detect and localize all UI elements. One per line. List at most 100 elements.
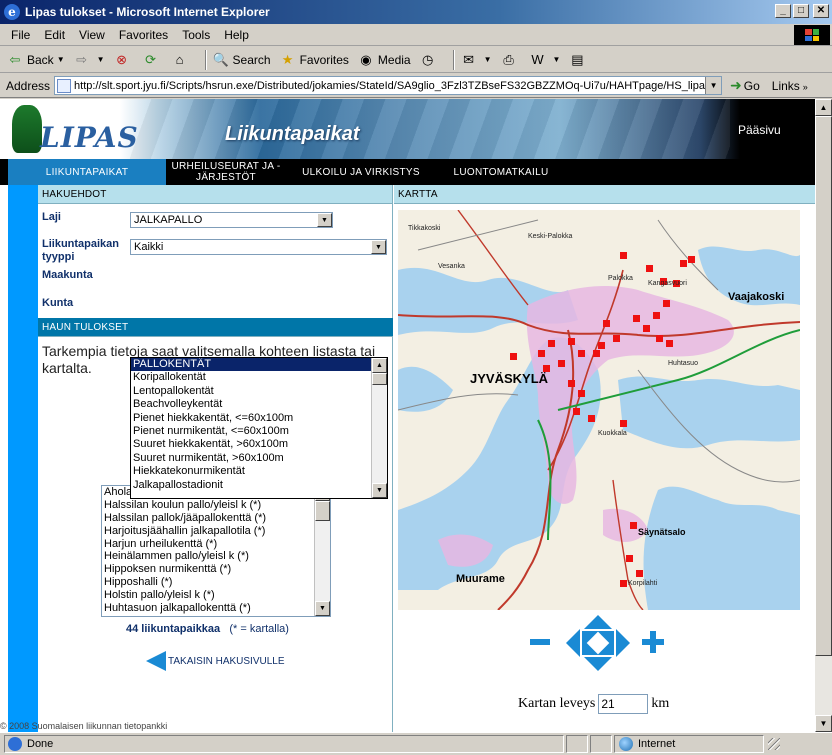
menu-help[interactable]: Help bbox=[217, 28, 256, 42]
lipas-logo[interactable]: LIPAS bbox=[8, 103, 138, 155]
stop-button[interactable]: ⊗ bbox=[113, 51, 134, 69]
type-select[interactable]: Kaikki ▼ bbox=[130, 239, 387, 255]
chevron-down-icon[interactable]: ▼ bbox=[317, 213, 332, 227]
menu-view[interactable]: View bbox=[72, 28, 112, 42]
back-to-search-link[interactable]: TAKAISIN HAKUSIVULLE bbox=[146, 651, 285, 671]
chevron-down-icon[interactable]: ▼ bbox=[553, 55, 561, 64]
dropdown-option[interactable]: Pienet nurmikentät, <=60x100m bbox=[131, 425, 387, 438]
map-marker[interactable] bbox=[573, 408, 580, 415]
dropdown-scrollbar[interactable]: ▲ ▼ bbox=[371, 358, 387, 498]
zoom-out-button[interactable] bbox=[530, 639, 550, 645]
menu-favorites[interactable]: Favorites bbox=[112, 28, 175, 42]
menu-edit[interactable]: Edit bbox=[37, 28, 72, 42]
map-image[interactable]: Keski-Palokka Vesanka Palokka Huhtasuo K… bbox=[398, 210, 800, 610]
map-marker[interactable] bbox=[568, 380, 575, 387]
dropdown-option[interactable]: Jalkapallostadionit bbox=[131, 479, 387, 492]
map-marker[interactable] bbox=[688, 256, 695, 263]
list-item[interactable]: Huhtasuon jalkapallokenttä (*) bbox=[102, 602, 330, 615]
list-item[interactable]: Harjun urheilukenttä (*) bbox=[102, 538, 330, 551]
map-marker[interactable] bbox=[653, 312, 660, 319]
map-marker[interactable] bbox=[646, 265, 653, 272]
list-item[interactable]: Halssilan koulun pallo/yleisl k (*) bbox=[102, 499, 330, 512]
results-listbox[interactable]: Aholan Halssilan koulun pallo/yleisl k (… bbox=[101, 485, 331, 617]
map-marker[interactable] bbox=[558, 360, 565, 367]
dropdown-option[interactable]: Hiekkatekonurmikentät bbox=[131, 465, 387, 478]
home-link[interactable]: Pääsivu bbox=[738, 123, 781, 137]
nav-tab-liikuntapaikat[interactable]: LIIKUNTAPAIKAT bbox=[8, 159, 166, 185]
map-marker[interactable] bbox=[588, 415, 595, 422]
zoom-in-button[interactable] bbox=[642, 631, 664, 653]
map-marker[interactable] bbox=[630, 522, 637, 529]
chevron-up-icon[interactable]: ▲ bbox=[815, 99, 832, 116]
close-button[interactable]: ✕ bbox=[813, 4, 829, 18]
favorites-button[interactable]: ★ Favorites bbox=[279, 51, 349, 69]
pan-control[interactable] bbox=[566, 615, 630, 671]
home-button[interactable]: ⌂ bbox=[171, 51, 192, 69]
list-item[interactable]: Halssilan pallok/jääpallokenttä (*) bbox=[102, 512, 330, 525]
map-width-input[interactable]: 21 bbox=[598, 694, 649, 714]
laji-select[interactable]: JALKAPALLO ▼ bbox=[130, 212, 333, 228]
nav-tab-luontomatkailu[interactable]: LUONTOMATKAILU bbox=[436, 159, 566, 185]
media-button[interactable]: ◉ Media bbox=[357, 51, 410, 69]
map-marker[interactable] bbox=[578, 350, 585, 357]
edit-button[interactable]: W ▼ bbox=[529, 51, 561, 69]
page-scrollbar[interactable]: ▲ ▼ bbox=[815, 99, 832, 732]
chevron-down-icon[interactable]: ▼ bbox=[97, 55, 105, 64]
dropdown-option[interactable]: Pienet hiekkakentät, <=60x100m bbox=[131, 412, 387, 425]
map-marker[interactable] bbox=[666, 340, 673, 347]
map-marker[interactable] bbox=[643, 325, 650, 332]
dropdown-option[interactable]: Koripallokentät bbox=[131, 371, 387, 384]
map-marker[interactable] bbox=[598, 342, 605, 349]
map-marker[interactable] bbox=[626, 555, 633, 562]
map-marker[interactable] bbox=[603, 320, 610, 327]
chevron-down-icon[interactable]: ▼ bbox=[815, 715, 832, 732]
map-marker[interactable] bbox=[510, 353, 517, 360]
map-marker[interactable] bbox=[620, 252, 627, 259]
links-button[interactable]: Links» bbox=[772, 79, 808, 93]
map-marker[interactable] bbox=[548, 340, 555, 347]
list-item[interactable]: Holstin pallo/yleisl k (*) bbox=[102, 589, 330, 602]
back-button[interactable]: ⇦ Back ▼ bbox=[6, 51, 65, 69]
map-marker[interactable] bbox=[620, 420, 627, 427]
go-button[interactable]: ➜ Go bbox=[730, 77, 760, 94]
chevron-down-icon[interactable]: ▼ bbox=[705, 77, 722, 94]
menu-file[interactable]: File bbox=[4, 28, 37, 42]
chevron-up-icon[interactable]: ▲ bbox=[372, 358, 387, 373]
dropdown-option[interactable]: Lentopallokentät bbox=[131, 385, 387, 398]
map-marker[interactable] bbox=[593, 350, 600, 357]
nav-tab-urheiluseurat[interactable]: URHEILUSEURAT JA - JÄRJESTÖT bbox=[166, 159, 286, 185]
dropdown-option[interactable]: Suuret nurmikentät, >60x100m bbox=[131, 452, 387, 465]
maximize-button[interactable]: □ bbox=[793, 4, 809, 18]
map-marker[interactable] bbox=[663, 300, 670, 307]
list-item[interactable]: Hippoksen nurmikenttä (*) bbox=[102, 563, 330, 576]
menu-tools[interactable]: Tools bbox=[175, 28, 217, 42]
map-marker[interactable] bbox=[656, 335, 663, 342]
chevron-down-icon[interactable]: ▼ bbox=[484, 55, 492, 64]
map-marker[interactable] bbox=[680, 260, 687, 267]
list-item[interactable]: Hipposhalli (*) bbox=[102, 576, 330, 589]
list-item[interactable]: Heinälammen pallo/yleisl k (*) bbox=[102, 550, 330, 563]
chevron-down-icon[interactable]: ▼ bbox=[315, 601, 330, 616]
map-marker[interactable] bbox=[538, 350, 545, 357]
nav-tab-ulkoilu[interactable]: ULKOILU JA VIRKISTYS bbox=[286, 159, 436, 185]
discuss-button[interactable]: ▤ bbox=[568, 51, 589, 69]
chevron-down-icon[interactable]: ▼ bbox=[371, 240, 386, 254]
chevron-down-icon[interactable]: ▼ bbox=[57, 55, 65, 64]
chevron-down-icon[interactable]: ▼ bbox=[372, 483, 387, 498]
minimize-button[interactable]: _ bbox=[775, 4, 791, 18]
map-marker[interactable] bbox=[633, 315, 640, 322]
dropdown-option[interactable]: PALLOKENTÄT bbox=[131, 358, 387, 372]
map-canvas[interactable]: Keski-Palokka Vesanka Palokka Huhtasuo K… bbox=[398, 210, 800, 610]
resize-grip[interactable] bbox=[768, 738, 780, 750]
listbox-scrollbar[interactable]: ▲ ▼ bbox=[314, 486, 330, 616]
map-marker[interactable] bbox=[568, 338, 575, 345]
map-marker[interactable] bbox=[620, 580, 627, 587]
history-button[interactable]: ◷ bbox=[419, 51, 440, 69]
list-item[interactable]: Harjoitusjäähallin jalkapallotila (*) bbox=[102, 525, 330, 538]
refresh-button[interactable]: ⟳ bbox=[142, 51, 163, 69]
forward-button[interactable]: ⇨ ▼ bbox=[73, 51, 105, 69]
search-button[interactable]: 🔍 Search bbox=[212, 51, 270, 69]
map-marker[interactable] bbox=[578, 390, 585, 397]
map-marker[interactable] bbox=[613, 335, 620, 342]
dropdown-option[interactable]: Beachvolleykentät bbox=[131, 398, 387, 411]
